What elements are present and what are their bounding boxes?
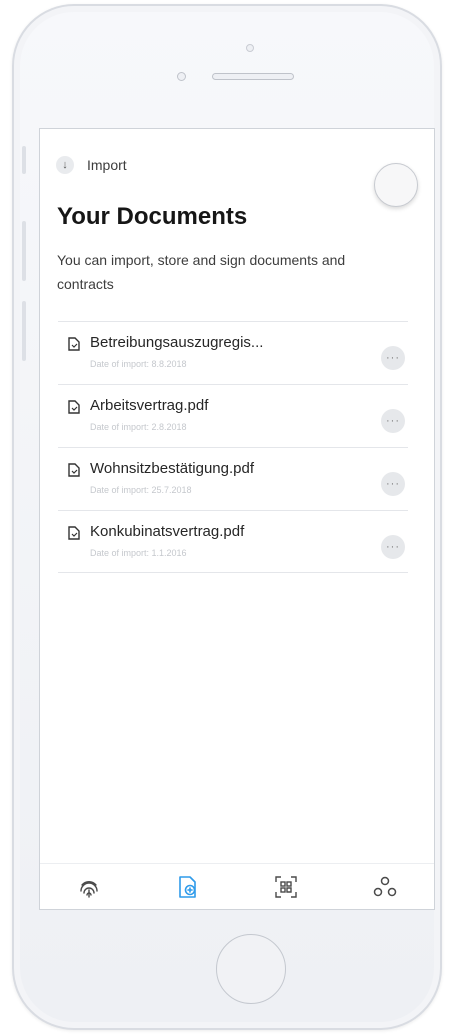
- front-camera: [246, 44, 254, 52]
- document-row[interactable]: Konkubinatsvertrag.pdf Date of import: 1…: [58, 510, 408, 573]
- nav-fingerprint[interactable]: [69, 867, 109, 907]
- volume-down-button: [22, 301, 26, 361]
- nav-network[interactable]: [365, 867, 405, 907]
- earpiece-speaker: [212, 73, 294, 80]
- import-button[interactable]: ↓ Import: [56, 156, 127, 174]
- bottom-navigation: [40, 863, 434, 909]
- document-add-icon: [178, 876, 196, 898]
- page-title: Your Documents: [57, 203, 248, 230]
- document-icon: [68, 526, 80, 540]
- page-subtitle: You can import, store and sign documents…: [57, 252, 346, 292]
- app-screen: ↓ Import Your Documents You can import, …: [39, 128, 435, 910]
- mute-switch: [22, 146, 26, 174]
- document-date: Date of import: 8.8.2018: [90, 359, 187, 369]
- home-button[interactable]: [216, 934, 286, 1004]
- download-icon: ↓: [56, 156, 74, 174]
- document-icon: [68, 400, 80, 414]
- fingerprint-icon: [80, 881, 98, 898]
- network-icon: [373, 876, 396, 897]
- document-name: Betreibungsauszugregis...: [90, 334, 264, 351]
- import-label: Import: [87, 157, 127, 173]
- more-options-button[interactable]: ···: [381, 346, 405, 370]
- document-icon: [68, 463, 80, 477]
- document-date: Date of import: 2.8.2018: [90, 422, 187, 432]
- document-name: Konkubinatsvertrag.pdf: [90, 523, 245, 540]
- more-options-button[interactable]: ···: [381, 535, 405, 559]
- nav-qr-scanner[interactable]: [266, 867, 306, 907]
- document-name: Wohnsitzbestätigung.pdf: [90, 460, 254, 477]
- document-row[interactable]: Betreibungsauszugregis... Date of import…: [58, 321, 408, 384]
- volume-up-button: [22, 221, 26, 281]
- document-icon: [68, 337, 80, 351]
- profile-avatar[interactable]: [374, 163, 418, 207]
- qr-scan-icon: [275, 876, 297, 898]
- document-row[interactable]: Wohnsitzbestätigung.pdf Date of import: …: [58, 447, 408, 510]
- document-date: Date of import: 25.7.2018: [90, 485, 192, 495]
- document-date: Date of import: 1.1.2016: [90, 548, 187, 558]
- document-row[interactable]: Arbeitsvertrag.pdf Date of import: 2.8.2…: [58, 384, 408, 447]
- more-options-button[interactable]: ···: [381, 409, 405, 433]
- document-name: Arbeitsvertrag.pdf: [90, 397, 209, 414]
- proximity-sensor: [177, 72, 186, 81]
- nav-documents[interactable]: [168, 867, 208, 907]
- more-options-button[interactable]: ···: [381, 472, 405, 496]
- document-list: Betreibungsauszugregis... Date of import…: [58, 321, 408, 573]
